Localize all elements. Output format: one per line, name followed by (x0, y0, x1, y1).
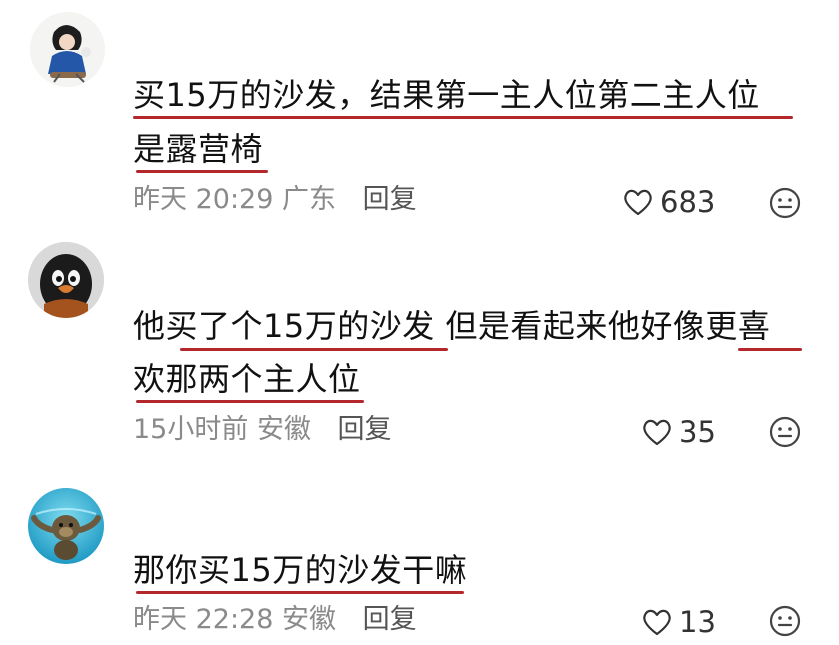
highlight-underline (738, 348, 802, 351)
comment-text: 买15万的沙发，结果第一主人位第二主人位 (133, 76, 760, 114)
comment-meta: 昨天 22:28 安徽 回复 (133, 603, 417, 637)
comment-location: 安徽 (282, 604, 336, 635)
like-count: 683 (660, 185, 716, 219)
reply-button[interactable]: 回复 (338, 414, 392, 445)
comment-meta: 昨天 20:29 广东 回复 (133, 183, 417, 217)
comment-meta: 15小时前 安徽 回复 (133, 413, 392, 447)
comment-time: 昨天 20:29 (133, 184, 274, 215)
heart-outline-icon (643, 609, 671, 636)
highlight-underline (133, 116, 793, 119)
smiley-icon (769, 416, 801, 448)
comment-time: 昨天 22:28 (133, 604, 274, 635)
reply-button[interactable]: 回复 (363, 604, 417, 635)
comment-time: 15小时前 (133, 414, 249, 445)
heart-outline-icon (643, 419, 671, 446)
comment-text: 是露营椅 (133, 130, 264, 168)
react-button[interactable] (768, 604, 802, 638)
comment-location: 安徽 (256, 414, 311, 445)
avatar[interactable] (30, 12, 105, 87)
highlight-underline (136, 170, 268, 173)
like-count: 13 (679, 605, 716, 639)
comment-text: 那你买15万的沙发干嘛 (133, 551, 468, 589)
highlight-underline (136, 591, 464, 594)
react-button[interactable] (768, 415, 802, 449)
avatar[interactable] (28, 242, 104, 318)
like-button[interactable]: 13 (641, 605, 716, 639)
comment-text: 欢那两个主人位 (133, 360, 361, 398)
like-count: 35 (679, 415, 716, 449)
react-button[interactable] (768, 186, 802, 220)
like-button[interactable]: 35 (641, 415, 716, 449)
heart-outline-icon (624, 189, 652, 216)
highlight-underline (180, 348, 448, 351)
comment-text: 他买了个15万的沙发 但是看起来他好像更喜 (133, 307, 771, 345)
smiley-icon (769, 187, 801, 219)
smiley-icon (769, 605, 801, 637)
like-button[interactable]: 683 (622, 185, 715, 219)
comment-location: 广东 (282, 184, 336, 215)
reply-button[interactable]: 回复 (363, 184, 417, 215)
highlight-underline (136, 400, 364, 403)
avatar[interactable] (28, 488, 104, 564)
